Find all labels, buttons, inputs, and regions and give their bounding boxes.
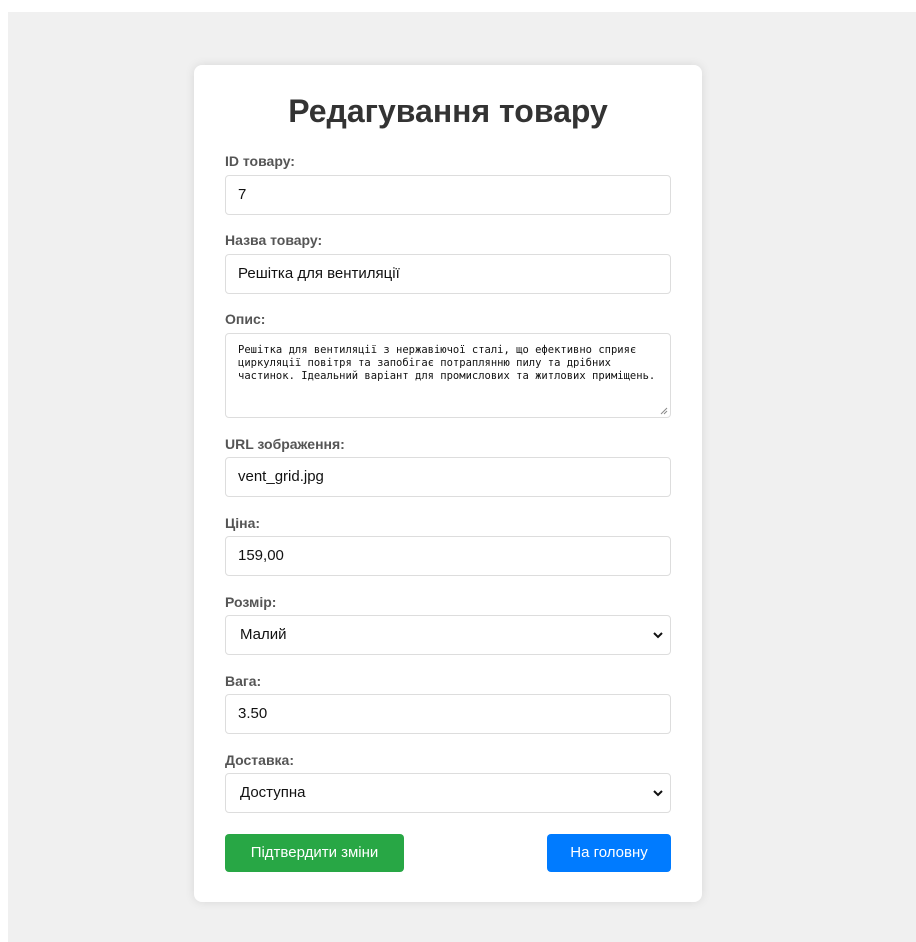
id-input[interactable]: 7 bbox=[225, 175, 671, 215]
edit-product-card: Редагування товару ID товару: 7 Назва то… bbox=[194, 65, 702, 902]
size-label: Розмір: bbox=[225, 594, 277, 610]
price-input[interactable]: 159,00 bbox=[225, 536, 671, 576]
delivery-label: Доставка: bbox=[225, 752, 295, 768]
home-button[interactable]: На головну bbox=[547, 834, 671, 872]
name-label: Назва товару: bbox=[225, 232, 323, 248]
weight-label: Вага: bbox=[225, 673, 262, 689]
confirm-changes-button[interactable]: Підтвердити зміни bbox=[225, 834, 404, 872]
image-url-input[interactable]: vent_grid.jpg bbox=[225, 457, 671, 497]
chevron-down-icon bbox=[653, 632, 663, 639]
chevron-down-icon bbox=[653, 790, 663, 797]
price-label: Ціна: bbox=[225, 515, 261, 531]
id-label: ID товару: bbox=[225, 153, 295, 169]
page-title: Редагування товару bbox=[288, 93, 608, 129]
name-input[interactable]: Решітка для вентиляції bbox=[225, 254, 671, 294]
description-textarea[interactable]: Решітка для вентиляції з нержавіючої ста… bbox=[225, 333, 671, 418]
size-select[interactable]: Малий bbox=[225, 615, 671, 655]
description-text: Решітка для вентиляції з нержавіючої ста… bbox=[238, 344, 656, 382]
page-background: Редагування товару ID товару: 7 Назва то… bbox=[8, 12, 916, 942]
weight-input[interactable]: 3.50 bbox=[225, 694, 671, 734]
size-selected-value: Малий bbox=[240, 626, 287, 643]
delivery-selected-value: Доступна bbox=[240, 784, 306, 801]
image-url-label: URL зображення: bbox=[225, 436, 345, 452]
description-label: Опис: bbox=[225, 311, 266, 327]
resize-handle-icon[interactable] bbox=[660, 407, 668, 415]
delivery-select[interactable]: Доступна bbox=[225, 773, 671, 813]
